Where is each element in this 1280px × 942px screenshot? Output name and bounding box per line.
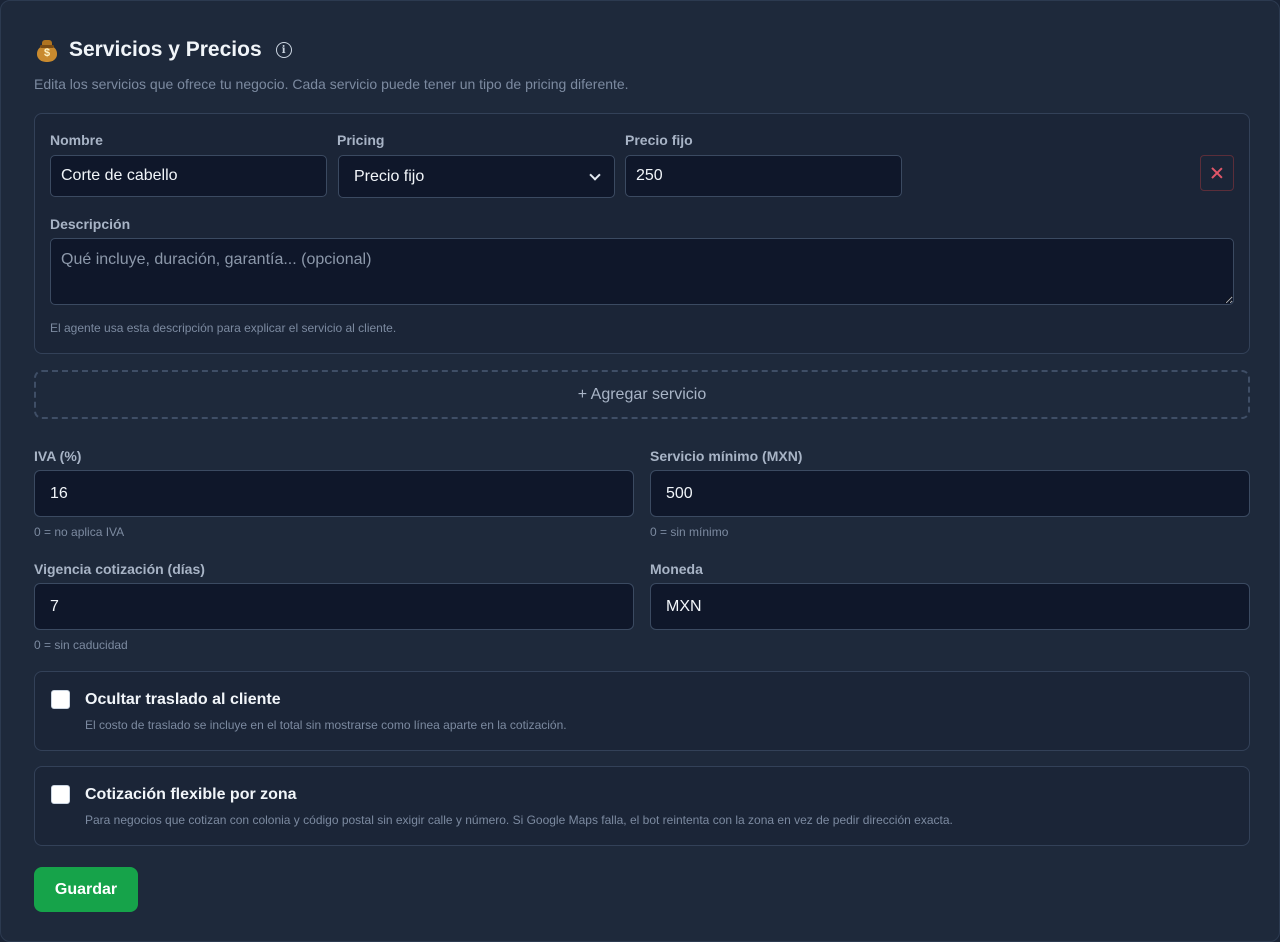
description-textarea[interactable]: [50, 238, 1234, 305]
info-icon[interactable]: i: [275, 42, 292, 58]
hide-travel-title: Ocultar traslado al cliente: [85, 691, 281, 708]
currency-input[interactable]: [650, 583, 1250, 630]
hide-travel-option[interactable]: Ocultar traslado al cliente El costo de …: [34, 671, 1250, 751]
name-label: Nombre: [50, 132, 103, 148]
validity-input[interactable]: [34, 583, 634, 630]
validity-hint: 0 = sin caducidad: [34, 638, 128, 652]
page-title: Servicios y Precios: [69, 38, 262, 61]
flex-zone-option[interactable]: Cotización flexible por zona Para negoci…: [34, 766, 1250, 846]
price-label: Precio fijo: [625, 132, 693, 148]
min-service-input[interactable]: [650, 470, 1250, 517]
flex-zone-title: Cotización flexible por zona: [85, 786, 297, 803]
add-service-button[interactable]: + Agregar servicio: [34, 370, 1250, 419]
hide-travel-checkbox[interactable]: [51, 690, 70, 709]
currency-label: Moneda: [650, 561, 703, 577]
service-card: Nombre Pricing Precio fijo Precio fijo D…: [34, 113, 1250, 354]
flex-zone-description: Para negocios que cotizan con colonia y …: [85, 813, 953, 827]
name-input[interactable]: [50, 155, 327, 197]
iva-hint: 0 = no aplica IVA: [34, 525, 125, 539]
min-service-hint: 0 = sin mínimo: [650, 525, 729, 539]
page-subtitle: Edita los servicios que ofrece tu negoci…: [34, 76, 629, 92]
pricing-label: Pricing: [337, 132, 385, 148]
services-panel: $ Servicios y Precios i Edita los servic…: [0, 0, 1280, 942]
min-service-label: Servicio mínimo (MXN): [650, 448, 803, 464]
save-button[interactable]: Guardar: [34, 867, 138, 912]
validity-label: Vigencia cotización (días): [34, 561, 205, 577]
money-bag-icon: $: [35, 37, 59, 63]
iva-input[interactable]: [34, 470, 634, 517]
header: $ Servicios y Precios i: [35, 37, 292, 63]
price-input[interactable]: [625, 155, 902, 197]
flex-zone-checkbox[interactable]: [51, 785, 70, 804]
close-icon: [1211, 167, 1223, 179]
hide-travel-description: El costo de traslado se incluye en el to…: [85, 718, 567, 732]
remove-service-button[interactable]: [1200, 155, 1234, 191]
iva-label: IVA (%): [34, 448, 82, 464]
description-label: Descripción: [50, 216, 131, 232]
pricing-select[interactable]: Precio fijo: [338, 155, 615, 198]
chevron-down-icon: [589, 168, 601, 181]
pricing-selected-value: Precio fijo: [354, 167, 425, 185]
description-hint: El agente usa esta descripción para expl…: [50, 321, 397, 335]
